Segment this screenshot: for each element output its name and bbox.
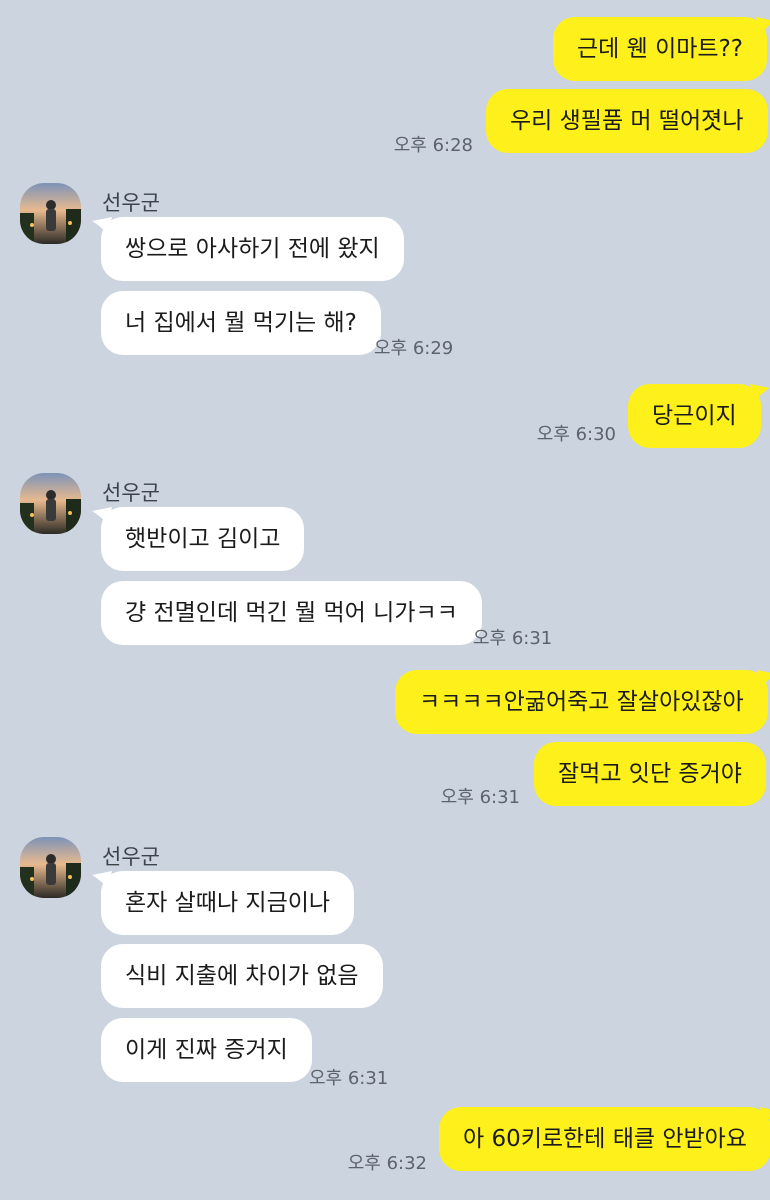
my-message-bubble[interactable]: 근데 웬 이마트?? — [553, 17, 770, 81]
profile-photo — [20, 183, 81, 244]
message-timestamp: 오후 6:32 — [347, 1153, 427, 1174]
message-text: 아 60키로한테 태클 안받아요 — [463, 1126, 747, 1152]
message-text: 너 집에서 뭘 먹기는 해? — [125, 310, 357, 336]
contact-avatar[interactable] — [20, 837, 81, 898]
sender-name: 선우군 — [102, 481, 160, 505]
their-message-bubble[interactable]: 식비 지출에 차이가 없음 — [101, 944, 383, 1008]
sender-name: 선우군 — [102, 191, 160, 215]
their-message-bubble[interactable]: 쌍으로 아사하기 전에 왔지 — [92, 217, 404, 281]
message-text: 쌍으로 아사하기 전에 왔지 — [125, 236, 380, 262]
message-text: ㅋㅋㅋㅋ안굶어죽고 잘살아있잖아 — [419, 689, 744, 715]
contact-avatar[interactable] — [20, 473, 81, 534]
message-text: 잘먹고 잇단 증거야 — [558, 761, 742, 787]
bubble-tail — [92, 217, 112, 235]
message-text: 당근이지 — [652, 403, 737, 429]
bubble-tail — [759, 1107, 770, 1125]
message-timestamp: 오후 6:31 — [473, 628, 553, 649]
message-text: 우리 생필품 머 떨어졋나 — [510, 108, 744, 134]
their-message-bubble[interactable]: 이게 진짜 증거지 — [101, 1018, 312, 1082]
my-message-bubble[interactable]: 당근이지 — [628, 384, 770, 448]
profile-photo — [20, 473, 81, 534]
message-text: 걍 전멸인데 먹긴 뭘 먹어 니가ㅋㅋ — [125, 600, 458, 626]
message-timestamp: 오후 6:28 — [393, 135, 473, 156]
sender-name: 선우군 — [102, 845, 160, 869]
message-timestamp: 오후 6:29 — [374, 338, 454, 359]
contact-avatar[interactable] — [20, 183, 81, 244]
my-message-bubble[interactable]: 아 60키로한테 태클 안받아요 — [439, 1107, 770, 1171]
message-timestamp: 오후 6:31 — [309, 1068, 389, 1089]
bubble-tail — [756, 17, 770, 35]
their-message-bubble[interactable]: 너 집에서 뭘 먹기는 해? — [101, 291, 381, 355]
message-timestamp: 오후 6:30 — [536, 424, 616, 445]
their-message-bubble[interactable]: 혼자 살때나 지금이나 — [92, 871, 355, 935]
their-message-bubble[interactable]: 걍 전멸인데 먹긴 뭘 먹어 니가ㅋㅋ — [101, 581, 482, 645]
message-text: 근데 웬 이마트?? — [577, 36, 743, 62]
bubble-tail — [749, 384, 770, 402]
bubble-tail — [756, 670, 770, 688]
my-message-bubble[interactable]: 우리 생필품 머 떨어졋나 — [486, 89, 768, 153]
profile-photo — [20, 837, 81, 898]
bubble-tail — [92, 507, 112, 525]
my-message-bubble[interactable]: 잘먹고 잇단 증거야 — [534, 742, 766, 806]
message-text: 햇반이고 김이고 — [125, 526, 281, 552]
bubble-tail — [92, 871, 112, 889]
message-timestamp: 오후 6:31 — [440, 787, 520, 808]
message-text: 식비 지출에 차이가 없음 — [125, 963, 359, 989]
message-text: 이게 진짜 증거지 — [125, 1037, 288, 1063]
their-message-bubble[interactable]: 햇반이고 김이고 — [92, 507, 305, 571]
message-text: 혼자 살때나 지금이나 — [125, 890, 331, 916]
my-message-bubble[interactable]: ㅋㅋㅋㅋ안굶어죽고 잘살아있잖아 — [395, 670, 770, 734]
